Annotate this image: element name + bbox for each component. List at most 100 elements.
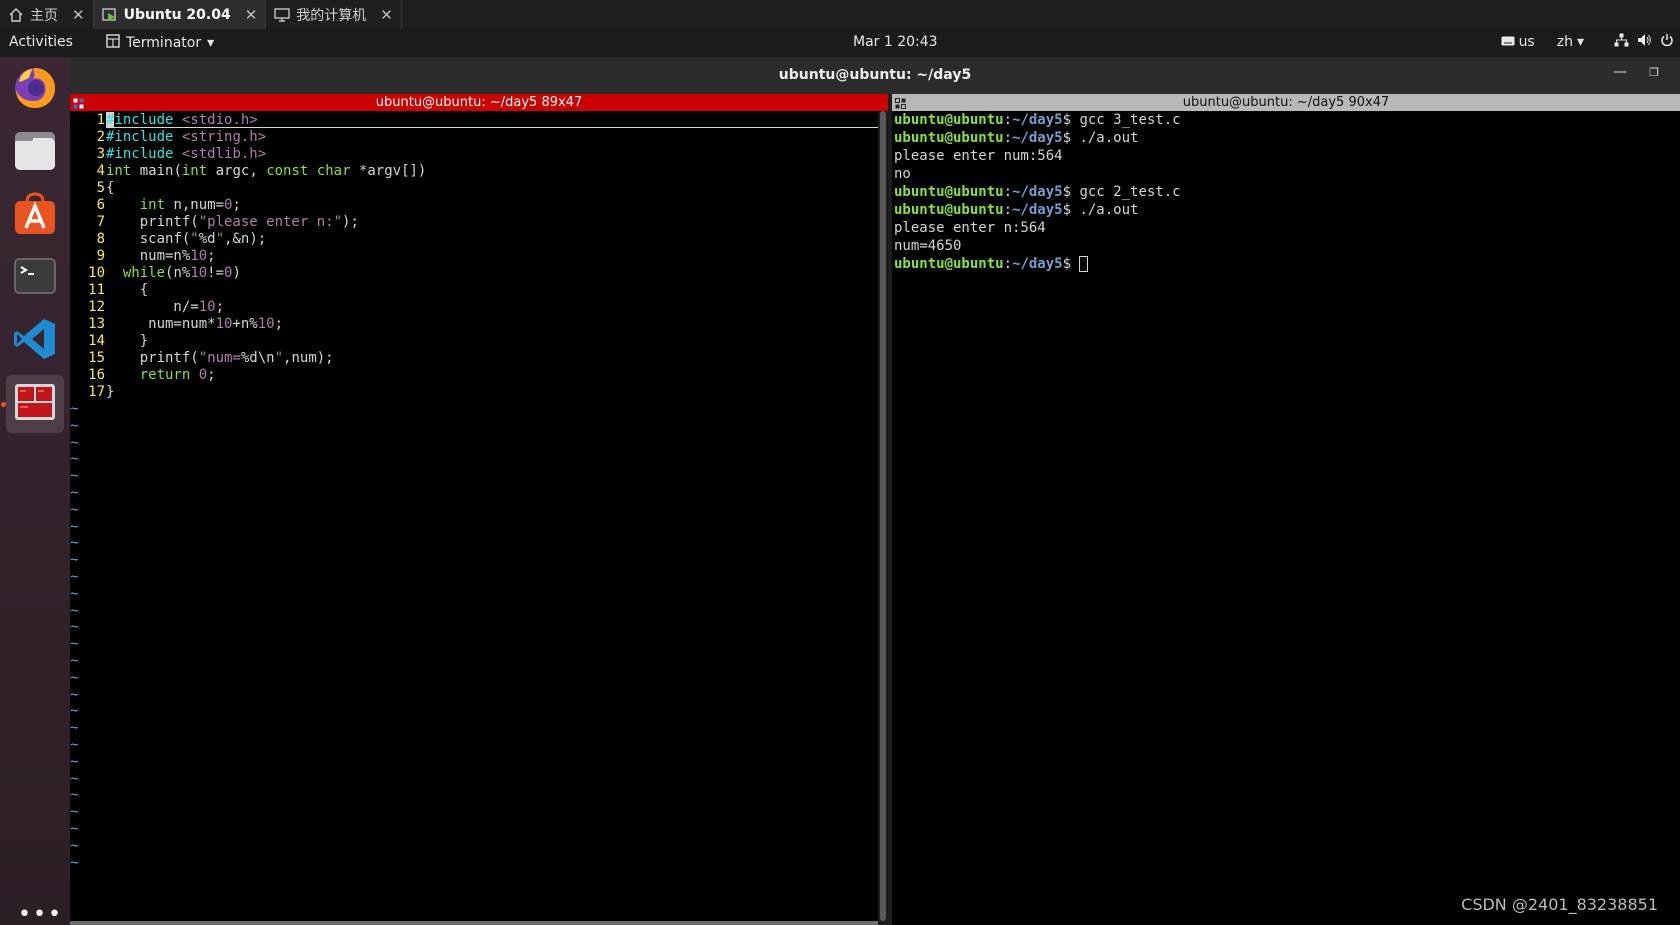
- line-number: 13: [88, 316, 105, 332]
- terminator-icon: [12, 379, 58, 429]
- code-line: 6 int n,num=0;: [70, 196, 241, 214]
- dock-terminal[interactable]: [6, 249, 64, 307]
- prompt-user-host: ubuntu@ubuntu: [894, 256, 1004, 272]
- monitor-icon: [274, 7, 290, 23]
- vm-tab-label: Ubuntu 20.04: [123, 6, 231, 23]
- vim-tilde: ~: [70, 518, 79, 535]
- terminator-small-icon: [106, 34, 120, 52]
- line-number: 17: [88, 384, 105, 400]
- line-number: 4: [96, 163, 105, 179]
- shell-output-line: please enter n:564: [894, 220, 1046, 236]
- code-line: 3 #include <stdlib.h>: [70, 145, 267, 163]
- dock-terminator[interactable]: [6, 375, 64, 433]
- software-icon: [12, 190, 58, 240]
- line-number: 9: [96, 248, 105, 264]
- vim-editor[interactable]: 1 #include <stdio.h> 2 #include <string.h>…: [70, 111, 878, 921]
- terminal-icon: [12, 253, 58, 303]
- vim-tilde: ~: [70, 720, 79, 737]
- left-pane-title[interactable]: ubuntu@ubuntu: ~/day5 89x47: [70, 94, 888, 111]
- volume-icon[interactable]: [1637, 33, 1652, 51]
- code-line: 1 #include <stdio.h>: [70, 111, 258, 129]
- vim-tilde: ~: [70, 619, 79, 636]
- code-line: 7 printf("please enter n:");: [70, 213, 359, 231]
- vim-tilde: ~: [70, 602, 79, 619]
- line-number: 2: [96, 129, 105, 145]
- shell-prompt-line: ubuntu@ubuntu:~/day5$ ./a.out: [894, 201, 1680, 219]
- line-number: 12: [88, 299, 105, 315]
- prompt-path: ~/day5: [1012, 256, 1063, 272]
- window-title: ubuntu@ubuntu: ~/day5: [778, 67, 972, 83]
- vim-tilde: ~: [70, 787, 79, 804]
- prompt-command: $ gcc 3_test.c: [1062, 112, 1181, 128]
- code-line: 12 n/=10;: [70, 298, 224, 316]
- code-line: 14 }: [70, 332, 148, 350]
- prompt-path: ~/day5: [1012, 112, 1063, 128]
- dock-files[interactable]: [6, 123, 64, 181]
- vm-tab-my-computer[interactable]: 我的计算机 ✕: [266, 0, 402, 29]
- dock-vscode[interactable]: [6, 312, 64, 370]
- close-icon[interactable]: ✕: [380, 6, 393, 24]
- prompt-user-host: ubuntu@ubuntu: [894, 112, 1004, 128]
- vim-tilde: ~: [70, 703, 79, 720]
- vm-tab-label: 我的计算机: [296, 7, 367, 24]
- scrollbar-thumb[interactable]: [880, 111, 886, 921]
- keyboard-icon: [1501, 34, 1515, 50]
- minimize-button[interactable]: —: [1608, 61, 1632, 85]
- firefox-icon: [11, 63, 59, 115]
- left-pane-scrollbar[interactable]: [878, 111, 888, 925]
- line-number: 3: [96, 146, 105, 162]
- dock: •••: [0, 57, 70, 925]
- input-method[interactable]: zh ▾: [1557, 34, 1584, 50]
- activities-button[interactable]: Activities: [9, 34, 73, 50]
- home-icon: [8, 7, 24, 23]
- vm-tab-ubuntu[interactable]: Ubuntu 20.04 ✕: [93, 0, 267, 29]
- vim-tilde: ~: [70, 854, 79, 871]
- vim-tilde: ~: [70, 770, 79, 787]
- vm-tab-home[interactable]: 主页 ✕: [0, 0, 94, 29]
- prompt-user-host: ubuntu@ubuntu: [894, 202, 1004, 218]
- code-line: 10 while(n%10!=0): [70, 264, 241, 282]
- code-line: 8 scanf("%d",&n);: [70, 230, 267, 248]
- vim-tilde: ~: [70, 535, 79, 552]
- right-pane-title[interactable]: ubuntu@ubuntu: ~/day5 90x47: [892, 94, 1680, 111]
- shell-pane[interactable]: ubuntu@ubuntu:~/day5$ gcc 3_test.c ubuntu…: [892, 111, 1680, 925]
- dock-firefox[interactable]: [6, 60, 64, 118]
- shell-prompt-line: ubuntu@ubuntu:~/day5$ gcc 3_test.c: [894, 111, 1680, 129]
- line-number: 6: [96, 197, 105, 213]
- app-menu[interactable]: Terminator ▾: [106, 34, 214, 52]
- network-icon[interactable]: [1614, 33, 1629, 51]
- code-line: 11 {: [70, 281, 148, 299]
- terminal-cursor: [1079, 256, 1089, 272]
- clock[interactable]: Mar 1 20:43: [853, 34, 938, 50]
- vim-tilde: ~: [70, 636, 79, 653]
- prompt-command: $: [1062, 256, 1080, 272]
- vim-tilde: ~: [70, 585, 79, 602]
- close-icon[interactable]: ✕: [72, 6, 85, 24]
- line-number: 15: [88, 350, 105, 366]
- vm-tab-label: 主页: [30, 7, 58, 24]
- prompt-user-host: ubuntu@ubuntu: [894, 184, 1004, 200]
- chevron-down-icon: ▾: [1576, 34, 1584, 50]
- gnome-top-bar: Activities Terminator ▾ Mar 1 20:43 us z…: [0, 29, 1680, 57]
- vim-tilde: ~: [70, 485, 79, 501]
- keyboard-layout[interactable]: us: [1501, 34, 1535, 50]
- vim-tilde: ~: [70, 737, 79, 753]
- window-title-bar[interactable]: ubuntu@ubuntu: ~/day5 — ❐: [70, 57, 1680, 94]
- code-line: 16 return 0;: [70, 366, 215, 384]
- prompt-command: $ ./a.out: [1062, 202, 1139, 218]
- vim-tilde: ~: [70, 434, 79, 451]
- maximize-button[interactable]: ❐: [1642, 61, 1666, 85]
- code-line: 17}: [70, 383, 114, 401]
- prompt-colon: :: [1003, 130, 1013, 146]
- prompt-path: ~/day5: [1012, 202, 1063, 218]
- watermark: CSDN @2401_83238851: [1461, 895, 1658, 914]
- vim-tilde: ~: [70, 837, 79, 854]
- line-number: 1: [96, 112, 105, 128]
- show-apps-icon[interactable]: •••: [18, 904, 63, 925]
- code-line: 15 printf("num=%d\n",num);: [70, 349, 333, 367]
- prompt-user-host: ubuntu@ubuntu: [894, 130, 1004, 146]
- prompt-colon: :: [1003, 184, 1013, 200]
- power-icon[interactable]: [1660, 33, 1674, 51]
- dock-software[interactable]: [6, 186, 64, 244]
- close-icon[interactable]: ✕: [245, 6, 258, 24]
